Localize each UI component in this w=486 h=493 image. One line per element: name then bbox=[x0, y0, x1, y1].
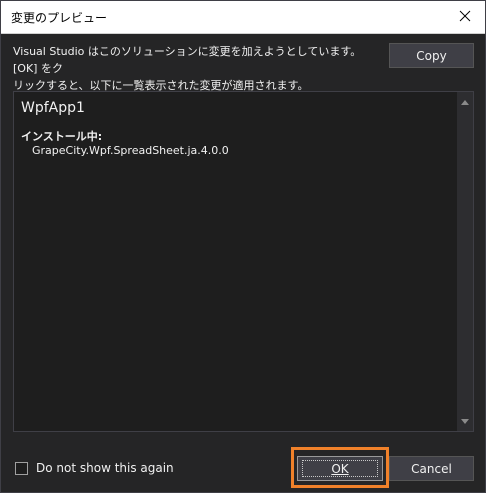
title-bar: 変更のプレビュー bbox=[1, 1, 485, 34]
triangle-down-icon bbox=[461, 418, 469, 424]
scroll-down-button[interactable] bbox=[457, 413, 473, 429]
do-not-show-label[interactable]: Do not show this again bbox=[36, 461, 174, 475]
do-not-show-option[interactable]: Do not show this again bbox=[15, 461, 174, 475]
package-item: GrapeCity.Wpf.SpreadSheet.ja.4.0.0 bbox=[32, 144, 229, 157]
close-button[interactable] bbox=[451, 3, 479, 29]
changes-preview-panel: WpfApp1 インストール中: GrapeCity.Wpf.SpreadShe… bbox=[13, 91, 474, 432]
ok-button-label: OK bbox=[331, 461, 349, 476]
scroll-up-button[interactable] bbox=[457, 94, 473, 110]
installing-label: インストール中: bbox=[21, 130, 103, 143]
description-line-1: Visual Studio はこのソリューションに変更を加えようとしています。[… bbox=[13, 45, 362, 75]
ok-button[interactable]: OK bbox=[297, 456, 383, 481]
description-text: Visual Studio はこのソリューションに変更を加えようとしています。[… bbox=[13, 43, 369, 94]
copy-button[interactable]: Copy bbox=[389, 43, 474, 68]
vertical-scrollbar[interactable] bbox=[457, 92, 473, 431]
project-name: WpfApp1 bbox=[21, 100, 85, 116]
preview-changes-dialog: 変更のプレビュー Visual Studio はこのソリューションに変更を加えよ… bbox=[0, 0, 486, 493]
window-title: 変更のプレビュー bbox=[11, 11, 108, 25]
ok-focus-rect: OK bbox=[302, 460, 378, 477]
close-icon bbox=[459, 10, 471, 22]
cancel-button[interactable]: Cancel bbox=[389, 456, 474, 481]
do-not-show-checkbox[interactable] bbox=[15, 461, 28, 475]
triangle-up-icon bbox=[461, 99, 469, 105]
